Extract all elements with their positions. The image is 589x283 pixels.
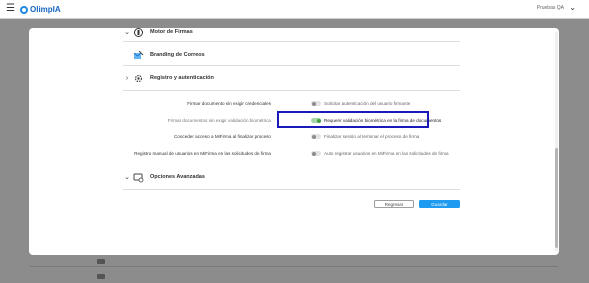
chevron-down-icon[interactable]: ⌄ (123, 173, 131, 181)
section-divider (123, 189, 460, 190)
section-title: Branding de Correos (150, 52, 205, 58)
signature-engine-icon (132, 28, 144, 38)
setting-label: Registro manual de usuarios en MiFirma e… (134, 151, 271, 156)
hamburger-icon[interactable]: ☰ (6, 4, 15, 14)
background-row-marker (97, 259, 105, 264)
section-motor-de-firmas[interactable]: ⌄ Motor de Firmas (123, 28, 193, 39)
toggle-switch[interactable] (311, 134, 321, 139)
chevron-down-icon[interactable]: ⌄ (123, 28, 131, 36)
setting-label: Firmar documento sin exigir credenciales (187, 101, 271, 106)
background-row-marker (97, 274, 105, 279)
chevron-down-icon[interactable]: ⌄ (569, 3, 576, 12)
section-registro-y-autenticacion[interactable]: › Registro y autenticación (123, 71, 214, 85)
highlight-box (277, 111, 429, 128)
section-title: Registro y autenticación (150, 75, 214, 81)
logo-icon (20, 5, 28, 14)
scrollbar-thumb[interactable] (555, 148, 558, 248)
registration-gear-icon (132, 72, 144, 84)
toggle-knob (311, 151, 316, 156)
section-divider (123, 65, 460, 66)
setting-label: Conceder acceso a MiFirma al finalizar p… (173, 134, 271, 139)
top-bar: ☰ OlimpIA Pruebas QA ⌄ (0, 0, 589, 19)
save-button[interactable]: Guardar (419, 200, 460, 208)
setting-description: Auto registrar usuarios en MiFirma en la… (324, 151, 449, 156)
section-divider (123, 90, 460, 91)
setting-description: Finalizar sesión al terminar el proceso … (324, 134, 420, 139)
section-opciones-avanzadas[interactable]: ⌄ Opciones Avanzadas (123, 170, 205, 184)
section-branding-de-correos[interactable]: Branding de Correos (123, 48, 205, 62)
back-button[interactable]: Regresar (374, 200, 414, 208)
setting-label: Firmar documentos sin exigir validación … (167, 118, 271, 123)
logo[interactable]: OlimpIA (20, 4, 61, 15)
toggle-knob (311, 134, 316, 139)
section-title: Opciones Avanzadas (150, 174, 205, 180)
setting-description: Solicitar autenticación del usuario firm… (324, 101, 411, 106)
toggle-switch[interactable] (311, 101, 321, 106)
mail-branding-icon (132, 49, 144, 61)
setting-row-registro-manual: Registro manual de usuarios en MiFirma e… (123, 151, 523, 165)
background-divider (30, 266, 558, 267)
settings-modal: ⌄ Motor de Firmas Branding de Correos › … (29, 28, 559, 255)
setting-row-acceso-mifirma: Conceder acceso a MiFirma al finalizar p… (123, 134, 523, 148)
toggle-knob (311, 101, 316, 106)
section-divider (123, 41, 460, 42)
toggle-switch[interactable] (311, 151, 321, 156)
logo-text: OlimpIA (30, 5, 61, 14)
chevron-right-icon[interactable]: › (123, 75, 131, 82)
user-name[interactable]: Pruebas QA (537, 5, 564, 11)
section-title: Motor de Firmas (150, 29, 193, 35)
advanced-options-icon (132, 171, 144, 183)
